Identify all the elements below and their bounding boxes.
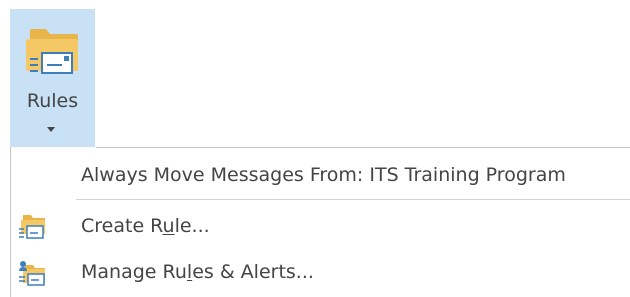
manage-rules-icon (19, 261, 45, 286)
rules-label: Rules (26, 90, 79, 112)
chevron-down-icon (47, 127, 55, 132)
menu-border (96, 147, 630, 148)
menu-item-always-move[interactable]: Always Move Messages From: ITS Training … (11, 156, 630, 196)
rules-folder-icon (26, 29, 78, 74)
menu-item-manage-rules[interactable]: Manage Rules & Alerts... (11, 253, 630, 293)
create-rule-icon (19, 215, 45, 239)
create-rule-label: Create Rule... (81, 215, 210, 237)
always-move-label: Always Move Messages From: ITS Training … (81, 164, 566, 186)
rules-button[interactable]: Rules (10, 9, 95, 147)
outlook-rules-dropdown: Rules Always Move Messages From: ITS Tra… (0, 0, 630, 297)
menu-separator (76, 199, 630, 200)
manage-rules-label: Manage Rules & Alerts... (81, 261, 314, 283)
menu-item-create-rule[interactable]: Create Rule... (11, 207, 630, 247)
rules-menu: Always Move Messages From: ITS Training … (10, 147, 630, 297)
